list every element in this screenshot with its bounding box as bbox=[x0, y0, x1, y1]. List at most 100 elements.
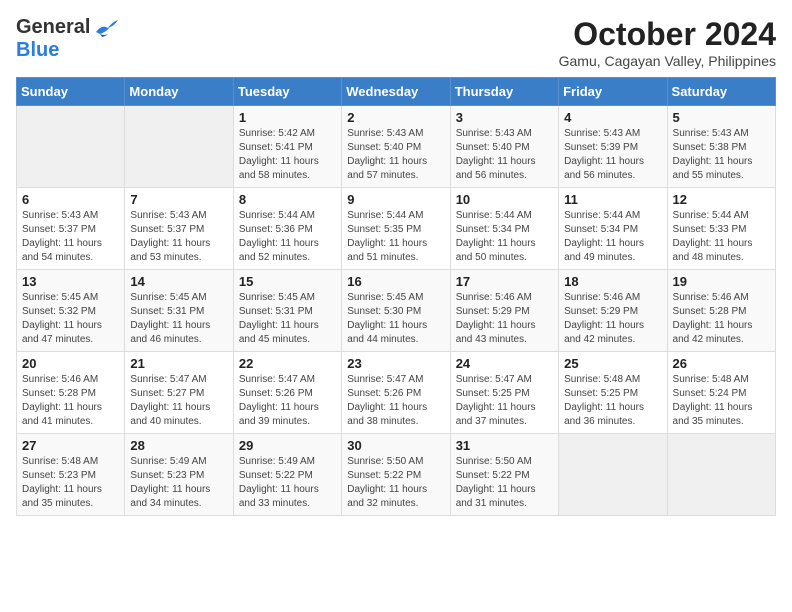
calendar-cell: 17Sunrise: 5:46 AM Sunset: 5:29 PM Dayli… bbox=[450, 270, 558, 352]
day-info: Sunrise: 5:50 AM Sunset: 5:22 PM Dayligh… bbox=[347, 455, 444, 511]
calendar-header-row: SundayMondayTuesdayWednesdayThursdayFrid… bbox=[17, 78, 776, 106]
day-number: 22 bbox=[239, 356, 336, 371]
day-number: 14 bbox=[130, 274, 227, 289]
calendar-cell: 10 Sunrise: 5:44 AM Sunset: 5:34 PM Dayli… bbox=[450, 188, 558, 270]
day-info: Sunrise: 5:45 AM Sunset: 5:31 PM Dayligh… bbox=[130, 291, 227, 347]
calendar-header-saturday: Saturday bbox=[667, 78, 775, 106]
calendar-header-wednesday: Wednesday bbox=[342, 78, 450, 106]
day-number: 15 bbox=[239, 274, 336, 289]
calendar-cell: 2Sunrise: 5:43 AM Sunset: 5:40 PM Daylig… bbox=[342, 106, 450, 188]
calendar-cell: 4 Sunrise: 5:43 AM Sunset: 5:39 PM Daylig… bbox=[559, 106, 667, 188]
calendar-table: SundayMondayTuesdayWednesdayThursdayFrid… bbox=[16, 77, 776, 516]
calendar-cell: 6 Sunrise: 5:43 AM Sunset: 5:37 PM Daylig… bbox=[17, 188, 125, 270]
header: General Blue October 2024 Gamu, Cagayan … bbox=[16, 16, 776, 69]
title-area: October 2024 Gamu, Cagayan Valley, Phili… bbox=[559, 16, 776, 69]
day-info: Sunrise: 5:42 AM Sunset: 5:41 PM Dayligh… bbox=[239, 127, 336, 183]
day-info: Sunrise: 5:43 AM Sunset: 5:39 PM Dayligh… bbox=[564, 127, 661, 183]
day-info: Sunrise: 5:48 AM Sunset: 5:25 PM Dayligh… bbox=[564, 373, 661, 429]
logo: General Blue bbox=[16, 16, 120, 62]
day-info: Sunrise: 5:47 AM Sunset: 5:26 PM Dayligh… bbox=[347, 373, 444, 429]
calendar-cell bbox=[667, 434, 775, 516]
day-info: Sunrise: 5:45 AM Sunset: 5:30 PM Dayligh… bbox=[347, 291, 444, 347]
calendar-cell: 18 Sunrise: 5:46 AM Sunset: 5:29 PM Dayli… bbox=[559, 270, 667, 352]
day-number: 24 bbox=[456, 356, 553, 371]
calendar-cell: 29 Sunrise: 5:49 AM Sunset: 5:22 PM Dayli… bbox=[233, 434, 341, 516]
day-info: Sunrise: 5:47 AM Sunset: 5:26 PM Dayligh… bbox=[239, 373, 336, 429]
calendar-cell: 12Sunrise: 5:44 AM Sunset: 5:33 PM Dayli… bbox=[667, 188, 775, 270]
day-number: 8 bbox=[239, 192, 336, 207]
day-number: 1 bbox=[239, 110, 336, 125]
day-number: 30 bbox=[347, 438, 444, 453]
day-number: 3 bbox=[456, 110, 553, 125]
day-number: 10 bbox=[456, 192, 553, 207]
day-info: Sunrise: 5:49 AM Sunset: 5:22 PM Dayligh… bbox=[239, 455, 336, 511]
day-info: Sunrise: 5:44 AM Sunset: 5:34 PM Dayligh… bbox=[456, 209, 553, 265]
logo-general-text: General bbox=[16, 16, 90, 39]
day-number: 18 bbox=[564, 274, 661, 289]
calendar-cell: 3Sunrise: 5:43 AM Sunset: 5:40 PM Daylig… bbox=[450, 106, 558, 188]
calendar-week-row: 6 Sunrise: 5:43 AM Sunset: 5:37 PM Daylig… bbox=[17, 188, 776, 270]
day-number: 27 bbox=[22, 438, 119, 453]
calendar-header-tuesday: Tuesday bbox=[233, 78, 341, 106]
calendar-cell bbox=[17, 106, 125, 188]
day-info: Sunrise: 5:46 AM Sunset: 5:29 PM Dayligh… bbox=[456, 291, 553, 347]
calendar-cell: 20Sunrise: 5:46 AM Sunset: 5:28 PM Dayli… bbox=[17, 352, 125, 434]
calendar-cell bbox=[125, 106, 233, 188]
calendar-cell: 22 Sunrise: 5:47 AM Sunset: 5:26 PM Dayli… bbox=[233, 352, 341, 434]
calendar-header-monday: Monday bbox=[125, 78, 233, 106]
location-title: Gamu, Cagayan Valley, Philippines bbox=[559, 53, 776, 69]
day-info: Sunrise: 5:43 AM Sunset: 5:40 PM Dayligh… bbox=[347, 127, 444, 183]
day-number: 28 bbox=[130, 438, 227, 453]
day-info: Sunrise: 5:43 AM Sunset: 5:38 PM Dayligh… bbox=[673, 127, 770, 183]
day-info: Sunrise: 5:49 AM Sunset: 5:23 PM Dayligh… bbox=[130, 455, 227, 511]
calendar-cell: 25Sunrise: 5:48 AM Sunset: 5:25 PM Dayli… bbox=[559, 352, 667, 434]
day-info: Sunrise: 5:50 AM Sunset: 5:22 PM Dayligh… bbox=[456, 455, 553, 511]
day-number: 9 bbox=[347, 192, 444, 207]
day-number: 23 bbox=[347, 356, 444, 371]
calendar-cell: 27 Sunrise: 5:48 AM Sunset: 5:23 PM Dayli… bbox=[17, 434, 125, 516]
calendar-cell: 23 Sunrise: 5:47 AM Sunset: 5:26 PM Dayli… bbox=[342, 352, 450, 434]
calendar-cell: 13 Sunrise: 5:45 AM Sunset: 5:32 PM Dayli… bbox=[17, 270, 125, 352]
day-info: Sunrise: 5:43 AM Sunset: 5:37 PM Dayligh… bbox=[22, 209, 119, 265]
calendar-cell: 7Sunrise: 5:43 AM Sunset: 5:37 PM Daylig… bbox=[125, 188, 233, 270]
day-info: Sunrise: 5:48 AM Sunset: 5:23 PM Dayligh… bbox=[22, 455, 119, 511]
calendar-cell: 1 Sunrise: 5:42 AM Sunset: 5:41 PM Daylig… bbox=[233, 106, 341, 188]
calendar-cell: 9 Sunrise: 5:44 AM Sunset: 5:35 PM Daylig… bbox=[342, 188, 450, 270]
day-number: 11 bbox=[564, 192, 661, 207]
logo-blue-text: Blue bbox=[16, 39, 59, 61]
calendar-header-friday: Friday bbox=[559, 78, 667, 106]
day-info: Sunrise: 5:43 AM Sunset: 5:37 PM Dayligh… bbox=[130, 209, 227, 265]
calendar-week-row: 1 Sunrise: 5:42 AM Sunset: 5:41 PM Daylig… bbox=[17, 106, 776, 188]
day-number: 29 bbox=[239, 438, 336, 453]
calendar-week-row: 20Sunrise: 5:46 AM Sunset: 5:28 PM Dayli… bbox=[17, 352, 776, 434]
calendar-cell: 15 Sunrise: 5:45 AM Sunset: 5:31 PM Dayli… bbox=[233, 270, 341, 352]
calendar-cell: 26Sunrise: 5:48 AM Sunset: 5:24 PM Dayli… bbox=[667, 352, 775, 434]
day-info: Sunrise: 5:44 AM Sunset: 5:36 PM Dayligh… bbox=[239, 209, 336, 265]
day-number: 6 bbox=[22, 192, 119, 207]
day-number: 31 bbox=[456, 438, 553, 453]
day-number: 13 bbox=[22, 274, 119, 289]
calendar-header-thursday: Thursday bbox=[450, 78, 558, 106]
day-info: Sunrise: 5:45 AM Sunset: 5:32 PM Dayligh… bbox=[22, 291, 119, 347]
day-number: 12 bbox=[673, 192, 770, 207]
calendar-cell: 16 Sunrise: 5:45 AM Sunset: 5:30 PM Dayli… bbox=[342, 270, 450, 352]
calendar-cell: 19Sunrise: 5:46 AM Sunset: 5:28 PM Dayli… bbox=[667, 270, 775, 352]
calendar-cell: 31 Sunrise: 5:50 AM Sunset: 5:22 PM Dayli… bbox=[450, 434, 558, 516]
calendar-header-sunday: Sunday bbox=[17, 78, 125, 106]
calendar-cell: 5 Sunrise: 5:43 AM Sunset: 5:38 PM Daylig… bbox=[667, 106, 775, 188]
calendar-cell: 30 Sunrise: 5:50 AM Sunset: 5:22 PM Dayli… bbox=[342, 434, 450, 516]
day-info: Sunrise: 5:47 AM Sunset: 5:27 PM Dayligh… bbox=[130, 373, 227, 429]
day-number: 4 bbox=[564, 110, 661, 125]
day-info: Sunrise: 5:45 AM Sunset: 5:31 PM Dayligh… bbox=[239, 291, 336, 347]
day-number: 16 bbox=[347, 274, 444, 289]
day-info: Sunrise: 5:47 AM Sunset: 5:25 PM Dayligh… bbox=[456, 373, 553, 429]
day-number: 5 bbox=[673, 110, 770, 125]
day-number: 26 bbox=[673, 356, 770, 371]
day-info: Sunrise: 5:44 AM Sunset: 5:35 PM Dayligh… bbox=[347, 209, 444, 265]
month-title: October 2024 bbox=[559, 16, 776, 53]
calendar-week-row: 27 Sunrise: 5:48 AM Sunset: 5:23 PM Dayli… bbox=[17, 434, 776, 516]
day-info: Sunrise: 5:46 AM Sunset: 5:29 PM Dayligh… bbox=[564, 291, 661, 347]
calendar-cell: 28 Sunrise: 5:49 AM Sunset: 5:23 PM Dayli… bbox=[125, 434, 233, 516]
calendar-cell: 24 Sunrise: 5:47 AM Sunset: 5:25 PM Dayli… bbox=[450, 352, 558, 434]
day-number: 20 bbox=[22, 356, 119, 371]
